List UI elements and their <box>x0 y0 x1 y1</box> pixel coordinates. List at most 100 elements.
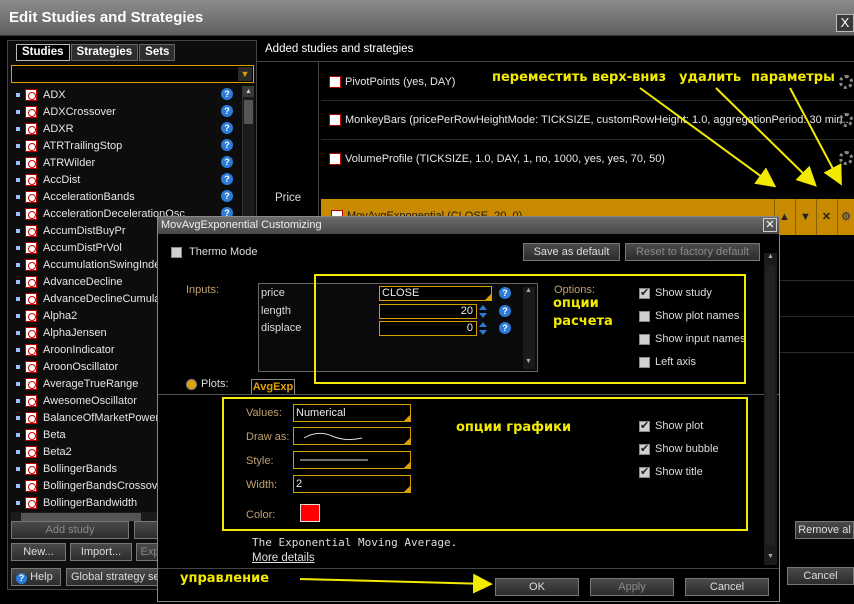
outer-cancel-button[interactable]: Cancel <box>787 567 854 585</box>
study-row-monkeybars[interactable]: MonkeyBars (pricePerRowHeightMode: TICKS… <box>329 110 852 130</box>
move-down-icon[interactable]: ▼ <box>795 199 815 235</box>
list-item[interactable]: ADX? <box>11 86 241 103</box>
reset-to-factory-default-button[interactable]: Reset to factory default <box>625 243 760 261</box>
help-icon[interactable]: ? <box>221 190 233 202</box>
bullet-icon <box>16 364 20 369</box>
study-icon <box>25 479 37 492</box>
calc-options-highlight <box>314 274 746 384</box>
dialog-scrollbar[interactable]: ▲ ▼ <box>764 253 777 565</box>
plots-radio[interactable] <box>186 379 197 390</box>
help-icon[interactable]: ? <box>221 105 233 117</box>
bullet-icon <box>16 228 20 233</box>
study-name: AccDist <box>43 173 81 186</box>
new-button[interactable]: New... <box>11 543 66 561</box>
dialog-close-icon[interactable]: ✕ <box>763 218 777 232</box>
bullet-icon <box>16 500 20 505</box>
help-icon[interactable]: ? <box>221 173 233 185</box>
help-icon[interactable]: ? <box>221 156 233 168</box>
study-name: ADXR <box>43 122 74 135</box>
study-description: The Exponential Moving Average. <box>252 536 458 549</box>
annotation-chart-options: опции графики <box>456 420 572 435</box>
dialog-scroll-thumb[interactable] <box>766 266 775 546</box>
help-icon[interactable]: ? <box>221 139 233 151</box>
gear-icon[interactable] <box>839 75 853 89</box>
row-divider <box>321 139 854 140</box>
study-name: ADXCrossover <box>43 105 116 118</box>
study-icon <box>25 309 37 322</box>
annotation-params: параметры <box>751 70 835 85</box>
study-icon <box>25 241 37 254</box>
list-item[interactable]: ATRWilder? <box>11 154 241 171</box>
study-row-volumeprofile[interactable]: VolumeProfile (TICKSIZE, 1.0, DAY, 1, no… <box>329 149 665 169</box>
bullet-icon <box>16 126 20 131</box>
study-row-label: VolumeProfile (TICKSIZE, 1.0, DAY, 1, no… <box>345 153 665 165</box>
cancel-button[interactable]: Cancel <box>685 578 769 596</box>
help-button[interactable]: ? Help <box>11 568 61 586</box>
thermo-mode-label: Thermo Mode <box>189 246 258 258</box>
study-icon <box>25 411 37 424</box>
list-item[interactable]: ADXCrossover? <box>11 103 241 120</box>
study-filter-dropdown[interactable]: ▼ <box>11 65 254 83</box>
price-label: Price <box>275 192 302 204</box>
tab-strategies[interactable]: Strategies <box>70 44 139 61</box>
bullet-icon <box>16 279 20 284</box>
tab-studies[interactable]: Studies <box>16 44 70 61</box>
bullet-icon <box>16 194 20 199</box>
bullet-icon <box>16 313 20 318</box>
study-icon <box>25 428 37 441</box>
tab-sets[interactable]: Sets <box>139 44 176 61</box>
list-item[interactable]: AccelerationBands? <box>11 188 241 205</box>
save-as-default-button[interactable]: Save as default <box>523 243 620 261</box>
ok-button[interactable]: OK <box>495 578 579 596</box>
help-icon[interactable]: ? <box>221 88 233 100</box>
inputs-label: Inputs: <box>186 284 220 296</box>
list-item[interactable]: ADXR? <box>11 120 241 137</box>
help-icon: ? <box>16 573 27 584</box>
dialog-footer-divider <box>158 568 779 569</box>
study-icon <box>25 445 37 458</box>
list-item[interactable]: ATRTrailingStop? <box>11 137 241 154</box>
study-icon <box>25 326 37 339</box>
scroll-down-icon[interactable]: ▼ <box>767 553 774 560</box>
hscroll-thumb[interactable] <box>21 513 141 521</box>
import-button[interactable]: Import... <box>70 543 132 561</box>
study-icon <box>25 377 37 390</box>
bullet-icon <box>16 398 20 403</box>
scroll-up-icon[interactable]: ▲ <box>243 86 254 97</box>
input-name-price: price <box>261 287 285 299</box>
chart-options-highlight <box>222 397 748 531</box>
input-name-displace: displace <box>261 322 302 334</box>
study-row-pivotpoints[interactable]: PivotPoints (yes, DAY) <box>329 72 455 92</box>
bullet-icon <box>16 330 20 335</box>
bullet-icon <box>16 347 20 352</box>
annotation-move: переместить верх-вниз <box>492 70 666 85</box>
study-icon <box>25 258 37 271</box>
global-strategy-settings-button[interactable]: Global strategy se <box>66 568 164 586</box>
study-icon <box>25 394 37 407</box>
remove-all-button[interactable]: Remove al <box>795 521 854 539</box>
bullet-icon <box>16 109 20 114</box>
annotation-delete: удалить <box>679 70 742 85</box>
scroll-thumb[interactable] <box>244 100 253 124</box>
thermo-mode-checkbox[interactable] <box>171 247 182 258</box>
gear-icon[interactable] <box>839 151 853 165</box>
more-details-link[interactable]: More details <box>252 552 315 564</box>
tab-avgexp[interactable]: AvgExp <box>251 379 295 395</box>
scroll-up-icon[interactable]: ▲ <box>767 253 774 260</box>
gear-icon[interactable]: ⚙ <box>837 199 854 235</box>
add-study-button[interactable]: Add study <box>11 521 129 539</box>
study-name: ATRTrailingStop <box>43 139 123 152</box>
list-item[interactable]: AccDist? <box>11 171 241 188</box>
remove-icon[interactable]: ✕ <box>816 199 836 235</box>
study-icon <box>25 343 37 356</box>
study-icon <box>25 173 37 186</box>
window-titlebar: Edit Studies and Strategies X <box>0 0 854 36</box>
study-icon <box>25 190 37 203</box>
help-icon[interactable]: ? <box>221 122 233 134</box>
apply-button[interactable]: Apply <box>590 578 674 596</box>
window-close-button[interactable]: X <box>836 14 854 32</box>
gear-icon[interactable] <box>839 113 853 127</box>
plots-divider <box>158 394 779 395</box>
study-row-label: MonkeyBars (pricePerRowHeightMode: TICKS… <box>345 114 852 126</box>
chevron-down-icon[interactable]: ▼ <box>238 67 252 81</box>
